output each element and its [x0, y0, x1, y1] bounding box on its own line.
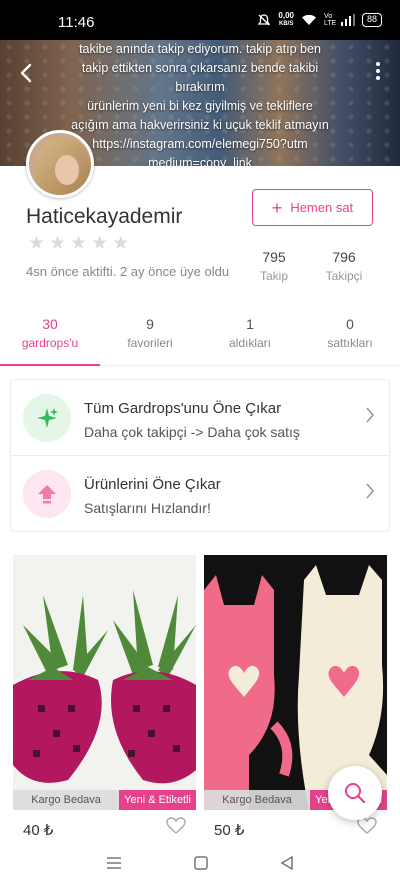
free-shipping-badge: Kargo Bedava — [13, 790, 120, 810]
product-image[interactable]: Kargo Bedava Yeni & Etiketli — [13, 555, 196, 810]
tab-sold[interactable]: 0 sattıkları — [300, 312, 400, 365]
promo-card: Tüm Gardrops'unu Öne Çıkar Daha çok taki… — [10, 379, 390, 532]
profile-bio: takibe anında takip ediyorum. takip atıp… — [50, 40, 350, 166]
promo-boost-products[interactable]: Ürünlerini Öne Çıkar Satışlarını Hızland… — [11, 456, 389, 532]
tab-purchased[interactable]: 1 aldıkları — [200, 312, 300, 365]
tab-gardrops[interactable]: 30 gardrops'u — [0, 312, 100, 366]
star-icon: ★ — [70, 233, 88, 254]
back-icon[interactable] — [280, 856, 294, 870]
heart-icon[interactable] — [166, 817, 186, 835]
new-tag-badge: Yeni & Etiketli — [119, 790, 196, 810]
free-shipping-badge: Kargo Bedava — [204, 790, 311, 810]
home-icon[interactable] — [194, 856, 208, 870]
status-time: 11:46 — [58, 14, 95, 31]
more-options-icon[interactable] — [376, 62, 380, 80]
star-icon: ★ — [49, 233, 67, 254]
followers-stat[interactable]: 796 Takipçi — [314, 249, 374, 283]
profile-tabs: 30 gardrops'u 9 favorileri 1 aldıkları 0… — [0, 312, 400, 366]
volte-label: Vo LTE — [323, 13, 337, 27]
following-stat[interactable]: 795 Takip — [244, 249, 304, 283]
avatar[interactable] — [26, 130, 94, 198]
wifi-icon — [301, 14, 316, 25]
chevron-right-icon — [366, 407, 375, 423]
tab-favorites[interactable]: 9 favorileri — [100, 312, 200, 365]
star-icon: ★ — [112, 233, 130, 254]
battery-icon: 88 — [361, 13, 382, 27]
status-bar: 11:46 0,00 KB/S Vo LTE 88 — [0, 0, 400, 40]
mute-icon — [258, 14, 271, 26]
system-nav-bar — [0, 838, 400, 888]
star-icon: ★ — [28, 233, 46, 254]
search-button[interactable] — [328, 766, 382, 820]
username: Haticekayademir — [26, 205, 183, 228]
back-arrow-icon[interactable] — [18, 62, 34, 84]
status-icons: 0,00 KB/S Vo LTE 88 — [257, 12, 382, 28]
product-price: 40 ₺ — [23, 822, 54, 839]
search-icon — [345, 783, 366, 804]
star-icon: ★ — [91, 233, 109, 254]
sell-now-button[interactable]: + Hemen sat — [252, 189, 373, 226]
product-card[interactable]: Kargo Bedava Yeni & Etiketli 40 ₺ — [13, 555, 196, 839]
network-speed: 0,00 KB/S — [278, 11, 294, 28]
plus-icon: + — [271, 197, 283, 218]
rating-stars: ★ ★ ★ ★ ★ — [28, 234, 129, 253]
instagram-link[interactable]: https://instagram.com/elemegi750?utm — [50, 135, 350, 154]
heart-icon[interactable] — [357, 817, 377, 835]
promo-boost-wardrobe[interactable]: Tüm Gardrops'unu Öne Çıkar Daha çok taki… — [11, 380, 389, 456]
chevron-right-icon — [366, 483, 375, 499]
arrow-up-icon — [23, 470, 71, 518]
product-price: 50 ₺ — [214, 822, 245, 839]
signal-icon — [340, 14, 355, 26]
activity-status: 4sn önce aktifti. 2 ay önce üye oldu — [26, 264, 230, 279]
sparkle-icon — [23, 394, 71, 442]
menu-icon[interactable] — [106, 856, 122, 870]
